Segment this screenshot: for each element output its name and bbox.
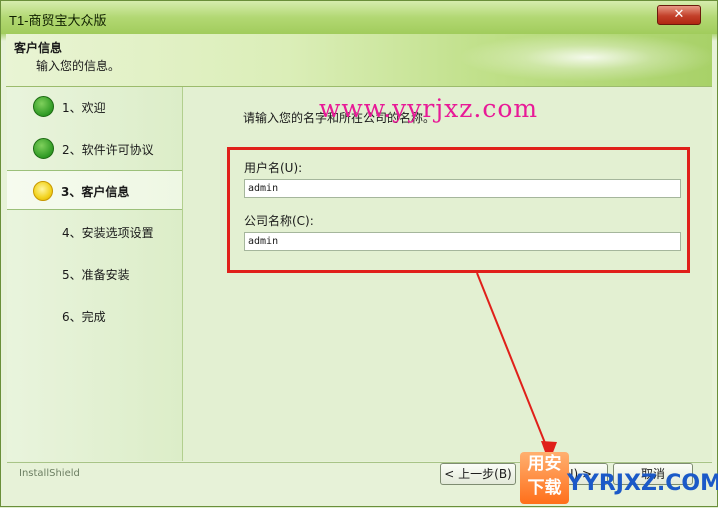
logo-bottom-text: 下载 <box>527 478 562 498</box>
site-logo-text: YYRJXZ.COM <box>567 471 718 496</box>
watermark-url: www.yyrjxz.com <box>319 94 539 123</box>
annotation-arrow <box>476 272 557 463</box>
site-logo-box: 用安 下载 <box>520 452 569 504</box>
logo-top-text: 用安 <box>527 454 562 474</box>
installer-window: T1-商贸宝大众版 ✕ 客户信息 输入您的信息。 1、欢迎 2、软件许可协议 3… <box>0 0 718 507</box>
